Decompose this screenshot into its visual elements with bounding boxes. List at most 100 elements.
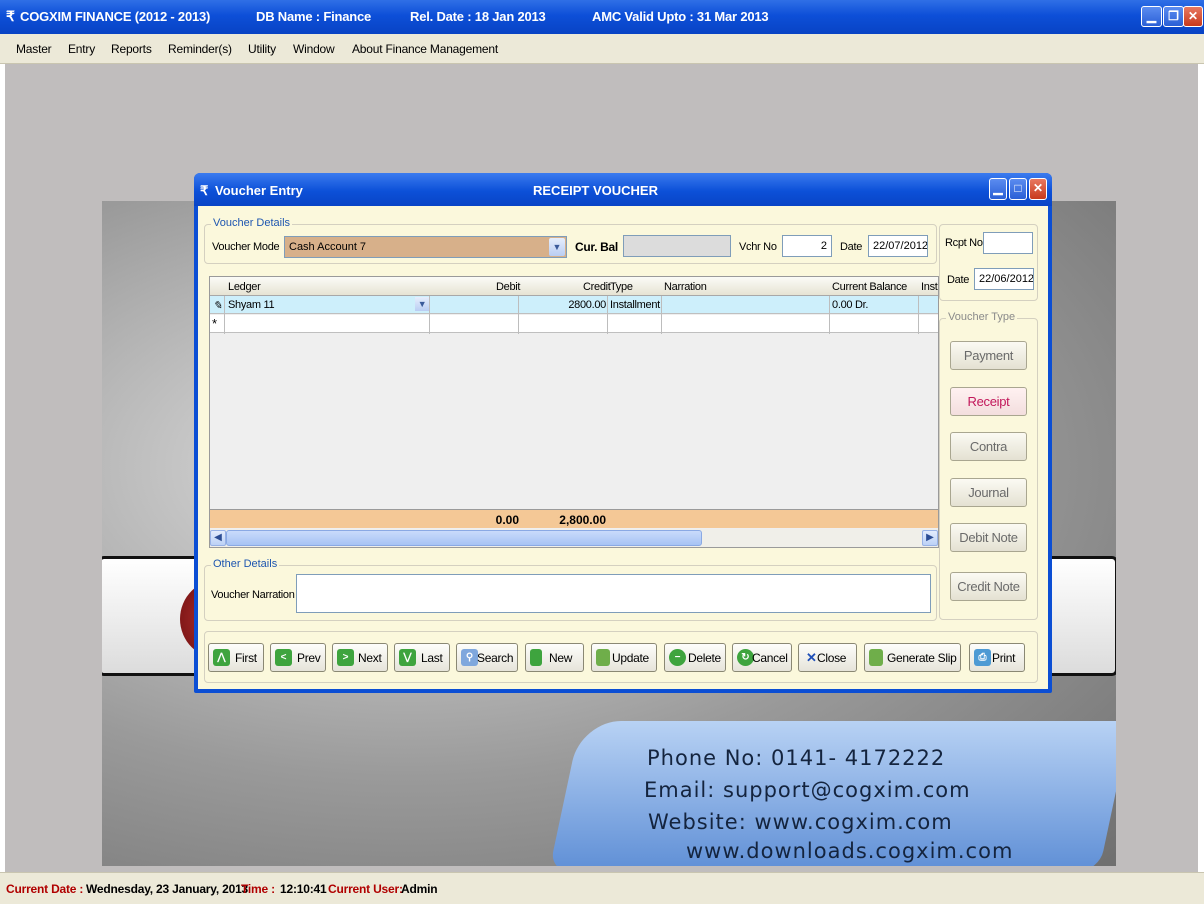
generate-slip-button-label: Generate Slip [887,651,957,665]
rcpt-date-label: Date [947,274,970,286]
menu-entry[interactable]: Entry [68,42,95,56]
menu-utility[interactable]: Utility [248,42,276,56]
voucher-maximize-button[interactable]: □ [1009,178,1027,200]
voucher-mode-label: Voucher Mode [212,241,280,253]
first-button[interactable]: ⋀ First [208,643,264,672]
restore-button[interactable]: ❐ [1163,6,1184,27]
new-button[interactable]: New [525,643,584,672]
voucher-window-title: Voucher Entry [215,183,303,198]
vchr-no-field[interactable]: 2 [782,235,832,257]
search-button[interactable]: ⚲ Search [456,643,518,672]
voucher-minimize-button[interactable]: ▁ [989,178,1007,200]
col-current-balance[interactable]: Current Balance [832,281,907,293]
date-label: Date [840,241,863,253]
close-app-button[interactable]: ✕ [1183,6,1203,27]
chevron-down-icon[interactable]: ▼ [415,297,429,311]
voucher-narration-label: Voucher Narration [211,589,295,601]
right-arrow-icon: > [337,649,354,666]
debit-note-type-button[interactable]: Debit Note [950,523,1027,552]
voucher-close-window-button[interactable]: ✕ [1029,178,1047,200]
row-type[interactable]: Installment [610,299,660,311]
prev-button-label: Prev [297,651,321,665]
last-button-label: Last [421,651,443,665]
ledger-grid[interactable]: Ledger Debit Credit Type Narration Curre… [209,276,939,548]
grid-totals-row: 0.00 2,800.00 [210,509,938,528]
grid-divider [607,296,608,334]
credit-note-type-button[interactable]: Credit Note [950,572,1027,601]
payment-type-button[interactable]: Payment [950,341,1027,370]
print-button[interactable]: ⎙ Print [969,643,1025,672]
scroll-right-icon[interactable]: ▶ [922,530,938,546]
rcpt-no-field[interactable] [983,232,1033,254]
grid-divider [429,296,430,334]
chevron-down-icon[interactable]: ▼ [549,238,565,256]
voucher-window-title-bar[interactable]: ₹ Voucher Entry RECEIPT VOUCHER ▁ □ ✕ [194,173,1052,206]
row-credit[interactable]: 2800.00 [520,299,606,311]
row-ledger[interactable]: Shyam 11 [228,299,275,311]
current-date-label: Current Date : [6,882,84,896]
grid-divider [661,296,662,334]
row-current-balance: 0.00 Dr. [832,299,869,311]
grid-divider [918,296,919,334]
prev-button[interactable]: < Prev [270,643,326,672]
voucher-date-field[interactable]: 22/07/2012 [868,235,928,257]
close-button[interactable]: ✕ Close [798,643,857,672]
delete-button[interactable]: − Delete [664,643,726,672]
grid-header: Ledger Debit Credit Type Narration Curre… [210,277,938,296]
down-arrow-icon: ⋁ [399,649,416,666]
vchr-no-label: Vchr No [739,241,777,253]
menu-window[interactable]: Window [293,42,335,56]
col-ledger[interactable]: Ledger [228,281,261,293]
db-name: DB Name : Finance [256,9,372,24]
grid-horizontal-scrollbar[interactable]: ◀ ▶ [210,529,938,547]
close-button-label: Close [817,651,847,665]
col-debit[interactable]: Debit [496,281,520,293]
new-button-label: New [549,651,573,665]
col-credit[interactable]: Credit [583,281,611,293]
current-date-value: Wednesday, 23 January, 2013 [86,882,249,896]
receipt-type-button[interactable]: Receipt [950,387,1027,416]
current-user-label: Current User: [328,882,403,896]
scrollbar-thumb[interactable] [226,530,702,546]
cur-bal-label: Cur. Bal [575,240,618,254]
contact-phone: Phone No: 0141- 4172222 [647,746,946,770]
grid-divider [518,296,519,334]
current-user-value: Admin [401,882,438,896]
menu-reports[interactable]: Reports [111,42,152,56]
journal-type-button[interactable]: Journal [950,478,1027,507]
app-name: COGXIM FINANCE (2012 - 2013) [20,9,211,24]
delete-button-label: Delete [688,651,721,665]
next-button[interactable]: > Next [332,643,388,672]
menu-reminders[interactable]: Reminder(s) [168,42,232,56]
cur-bal-field [623,235,731,257]
new-document-icon [530,649,542,666]
rupee-icon: ₹ [200,183,209,198]
contra-type-button[interactable]: Contra [950,432,1027,461]
next-button-label: Next [358,651,382,665]
minimize-icon: ▁ [993,181,1003,195]
cancel-button[interactable]: ↻ Cancel [732,643,792,672]
minimize-icon: ▁ [1146,9,1157,23]
col-narration[interactable]: Narration [664,281,707,293]
menu-about[interactable]: About Finance Management [352,42,498,56]
rcpt-date-field[interactable]: 22/06/2012 [974,268,1034,290]
rcpt-no-label: Rcpt No [945,237,983,249]
total-credit: 2,800.00 [559,513,606,527]
voucher-details-legend: Voucher Details [211,217,293,229]
col-type[interactable]: Type [610,281,633,293]
update-button[interactable]: Update [591,643,657,672]
col-inst[interactable]: Inst [921,281,938,293]
voucher-narration-input[interactable] [296,574,931,613]
voucher-type-legend: Voucher Type [946,311,1018,323]
menu-bar: Master Entry Reports Reminder(s) Utility… [0,34,1204,64]
voucher-mode-select[interactable]: Cash Account 7 ▼ [284,236,567,258]
scroll-left-icon[interactable]: ◀ [210,530,226,546]
time-label: Time : [241,882,275,896]
last-button[interactable]: ⋁ Last [394,643,450,672]
edit-row-icon: ✎ [213,300,222,312]
new-row-icon: * [212,316,217,331]
menu-master[interactable]: Master [16,42,52,56]
release-date: Rel. Date : 18 Jan 2013 [410,9,546,24]
minimize-button[interactable]: ▁ [1141,6,1162,27]
generate-slip-button[interactable]: Generate Slip [864,643,961,672]
